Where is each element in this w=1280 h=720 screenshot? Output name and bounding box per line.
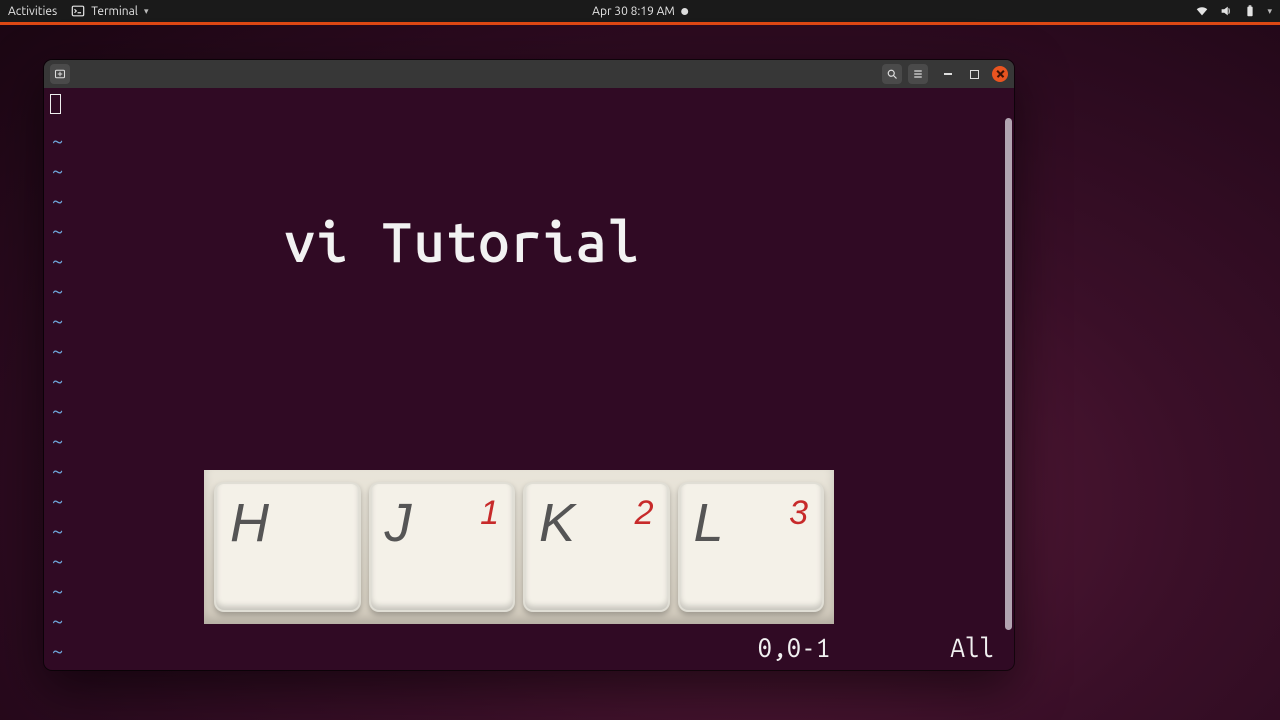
network-icon[interactable] (1195, 4, 1209, 18)
vim-tilde: ~ (52, 126, 63, 156)
vim-tilde: ~ (52, 366, 63, 396)
app-menu[interactable]: Terminal ▾ (71, 4, 148, 18)
vim-tilde: ~ (52, 276, 63, 306)
vim-tilde: ~ (52, 336, 63, 366)
terminal-viewport[interactable]: ~~~~~~~~~~~~~~~~~~ vi Tutorial HJ1K2L3 0… (44, 88, 1014, 670)
vim-status-line: 0,0-1 All (64, 633, 994, 662)
keycap-h: H (214, 482, 361, 612)
activities-button[interactable]: Activities (8, 5, 57, 18)
vim-tilde: ~ (52, 246, 63, 276)
overlay-title: vi Tutorial (284, 210, 640, 273)
panel-accent-bar (0, 22, 1280, 25)
keycap-k: K2 (523, 482, 670, 612)
vim-tilde: ~ (52, 216, 63, 246)
system-menu-chevron-icon[interactable]: ▾ (1267, 6, 1272, 17)
vim-tilde: ~ (52, 576, 63, 606)
search-button[interactable] (882, 64, 902, 84)
vim-tilde: ~ (52, 306, 63, 336)
notification-dot-icon (681, 8, 688, 15)
keycap-letter: L (694, 492, 724, 554)
keyboard-keys-image: HJ1K2L3 (204, 470, 834, 624)
app-menu-label: Terminal (91, 5, 138, 18)
scroll-indicator: All (950, 633, 994, 662)
text-cursor (50, 94, 61, 114)
volume-icon[interactable] (1219, 4, 1233, 18)
vim-tilde: ~ (52, 186, 63, 216)
vim-tilde: ~ (52, 396, 63, 426)
terminal-icon (71, 4, 85, 18)
keycap-l: L3 (678, 482, 825, 612)
window-minimize-button[interactable] (940, 66, 956, 82)
keycap-number: 1 (480, 494, 499, 533)
window-maximize-button[interactable] (966, 66, 982, 82)
keycap-number: 2 (635, 494, 654, 533)
chevron-down-icon: ▾ (144, 6, 149, 17)
keycap-letter: J (385, 492, 412, 554)
vim-tilde: ~ (52, 456, 63, 486)
vim-tilde: ~ (52, 156, 63, 186)
gnome-top-panel: Activities Terminal ▾ Apr 30 8:19 AM ▾ (0, 0, 1280, 22)
vim-empty-line-column: ~~~~~~~~~~~~~~~~~~ (52, 126, 63, 666)
keycap-letter: H (230, 492, 269, 554)
keycap-number: 3 (789, 494, 808, 533)
cursor-position: 0,0-1 (758, 633, 831, 662)
vim-tilde: ~ (52, 426, 63, 456)
new-tab-button[interactable] (50, 64, 70, 84)
vim-tilde: ~ (52, 486, 63, 516)
window-titlebar[interactable] (44, 60, 1014, 88)
vim-tilde: ~ (52, 606, 63, 636)
vim-tilde: ~ (52, 546, 63, 576)
window-close-button[interactable] (992, 66, 1008, 82)
vertical-scrollbar[interactable] (1005, 118, 1012, 630)
keycap-letter: K (539, 492, 575, 554)
vim-tilde: ~ (52, 516, 63, 546)
keycap-j: J1 (369, 482, 516, 612)
vim-tilde: ~ (52, 636, 63, 666)
battery-icon[interactable] (1243, 4, 1257, 18)
hamburger-menu-button[interactable] (908, 64, 928, 84)
clock[interactable]: Apr 30 8:19 AM (592, 5, 688, 18)
clock-label: Apr 30 8:19 AM (592, 5, 675, 18)
terminal-window: ~~~~~~~~~~~~~~~~~~ vi Tutorial HJ1K2L3 0… (44, 60, 1014, 670)
